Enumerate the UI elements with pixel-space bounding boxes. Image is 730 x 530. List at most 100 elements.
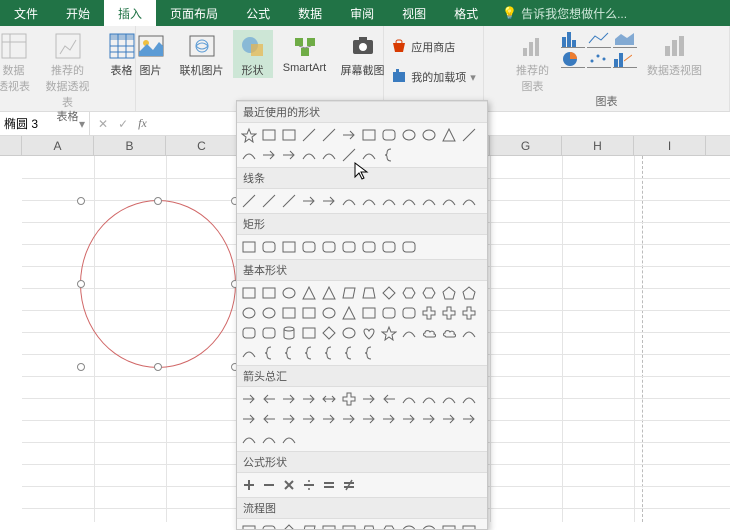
shape-curve[interactable] xyxy=(239,145,259,165)
shape-brace[interactable] xyxy=(339,343,359,363)
shape-curve[interactable] xyxy=(439,389,459,409)
shape-arrow[interactable] xyxy=(379,409,399,429)
shape-tri[interactable] xyxy=(439,125,459,145)
shape-arrow[interactable] xyxy=(299,389,319,409)
shape-rrect[interactable] xyxy=(259,323,279,343)
shape-rrect[interactable] xyxy=(299,237,319,257)
chart-bar-icon[interactable] xyxy=(561,30,585,48)
shape-brace[interactable] xyxy=(319,343,339,363)
tab-data[interactable]: 数据 xyxy=(284,0,336,26)
shape-rect[interactable] xyxy=(259,283,279,303)
chart-scatter-icon[interactable] xyxy=(587,50,611,68)
shape-rrect[interactable] xyxy=(259,521,279,530)
shape-curve[interactable] xyxy=(439,191,459,211)
pivot-chart-button[interactable]: 数据透视图 xyxy=(647,30,703,78)
tab-home[interactable]: 开始 xyxy=(52,0,104,26)
pivot-table-button[interactable]: 数据 透视表 xyxy=(0,30,38,94)
shape-pent[interactable] xyxy=(459,283,479,303)
shape-curve[interactable] xyxy=(399,389,419,409)
shape-paral[interactable] xyxy=(339,283,359,303)
shape-curve[interactable] xyxy=(239,429,259,449)
shape-ellipse[interactable] xyxy=(419,521,439,530)
shape-arrow[interactable] xyxy=(279,409,299,429)
shape-pent[interactable] xyxy=(439,283,459,303)
shape-curve[interactable] xyxy=(339,191,359,211)
shape-arrow[interactable] xyxy=(299,409,319,429)
shape-rrect[interactable] xyxy=(259,237,279,257)
shape-arrow[interactable] xyxy=(319,191,339,211)
shape-curve[interactable] xyxy=(459,191,479,211)
shapes-button[interactable]: 形状 xyxy=(233,30,273,78)
shape-rect[interactable] xyxy=(279,237,299,257)
shape-larrow[interactable] xyxy=(379,389,399,409)
chart-line-icon[interactable] xyxy=(587,30,611,48)
shape-curve[interactable] xyxy=(419,191,439,211)
shape-rect[interactable] xyxy=(279,125,299,145)
shape-curve[interactable] xyxy=(319,145,339,165)
shape-larrow[interactable] xyxy=(259,409,279,429)
fx-icon[interactable]: fx xyxy=(138,116,147,131)
shape-arrow[interactable] xyxy=(319,409,339,429)
shape-hex[interactable] xyxy=(379,521,399,530)
shape-cyl[interactable] xyxy=(279,323,299,343)
oval-shape[interactable] xyxy=(80,200,236,368)
chart-pie-icon[interactable] xyxy=(561,50,585,68)
shape-brace[interactable] xyxy=(259,343,279,363)
shape-rrect[interactable] xyxy=(379,125,399,145)
tab-view[interactable]: 视图 xyxy=(388,0,440,26)
online-pictures-button[interactable]: 联机图片 xyxy=(177,30,227,78)
shape-rect[interactable] xyxy=(239,237,259,257)
shape-arrow[interactable] xyxy=(339,409,359,429)
shape-rect[interactable] xyxy=(439,521,459,530)
chevron-down-icon[interactable]: ▾ xyxy=(79,117,85,131)
shape-ellipse[interactable] xyxy=(319,303,339,323)
shape-line[interactable] xyxy=(339,145,359,165)
name-box[interactable]: 椭圆 3 ▾ xyxy=(0,112,90,135)
shape-brace[interactable] xyxy=(299,343,319,363)
shape-line[interactable] xyxy=(459,125,479,145)
shape-eqplus[interactable] xyxy=(239,475,259,495)
shape-rect[interactable] xyxy=(299,323,319,343)
smartart-button[interactable]: SmartArt xyxy=(279,30,331,74)
shape-tri[interactable] xyxy=(299,283,319,303)
shape-arrow[interactable] xyxy=(359,389,379,409)
chart-combo-icon[interactable] xyxy=(613,50,637,68)
tab-file[interactable]: 文件 xyxy=(0,0,52,26)
tellme-search[interactable]: 💡 告诉我您想做什么... xyxy=(492,0,730,26)
shape-eqdiv[interactable] xyxy=(299,475,319,495)
shape-eqneq[interactable] xyxy=(339,475,359,495)
shape-rrect[interactable] xyxy=(379,237,399,257)
screenshot-button[interactable]: 屏幕截图 xyxy=(337,30,389,78)
shape-arrow[interactable] xyxy=(339,125,359,145)
shape-ellipse[interactable] xyxy=(239,303,259,323)
shape-curve[interactable] xyxy=(359,191,379,211)
shape-trapez[interactable] xyxy=(359,283,379,303)
shape-diamond[interactable] xyxy=(319,323,339,343)
col-G[interactable]: G xyxy=(490,136,562,155)
col-H[interactable]: H xyxy=(562,136,634,155)
shape-plus[interactable] xyxy=(339,389,359,409)
shape-eqeq[interactable] xyxy=(319,475,339,495)
tab-formulas[interactable]: 公式 xyxy=(232,0,284,26)
shape-hex[interactable] xyxy=(399,283,419,303)
chart-area-icon[interactable] xyxy=(613,30,637,48)
shape-rrect[interactable] xyxy=(379,303,399,323)
shape-brace[interactable] xyxy=(379,145,399,165)
cancel-icon[interactable]: ✕ xyxy=(98,117,108,131)
shape-eqmult[interactable] xyxy=(279,475,299,495)
shape-cloud[interactable] xyxy=(419,323,439,343)
shape-paral[interactable] xyxy=(299,521,319,530)
shape-rect[interactable] xyxy=(359,125,379,145)
tab-layout[interactable]: 页面布局 xyxy=(156,0,232,26)
shape-rect[interactable] xyxy=(239,283,259,303)
confirm-icon[interactable]: ✓ xyxy=(118,117,128,131)
shape-line[interactable] xyxy=(299,125,319,145)
shape-hex[interactable] xyxy=(419,283,439,303)
shape-ellipse[interactable] xyxy=(259,303,279,323)
tab-review[interactable]: 审阅 xyxy=(336,0,388,26)
select-all-corner[interactable] xyxy=(0,136,22,156)
shape-rect[interactable] xyxy=(299,303,319,323)
shape-diamond[interactable] xyxy=(379,283,399,303)
shape-rrect[interactable] xyxy=(399,303,419,323)
shape-line[interactable] xyxy=(319,125,339,145)
